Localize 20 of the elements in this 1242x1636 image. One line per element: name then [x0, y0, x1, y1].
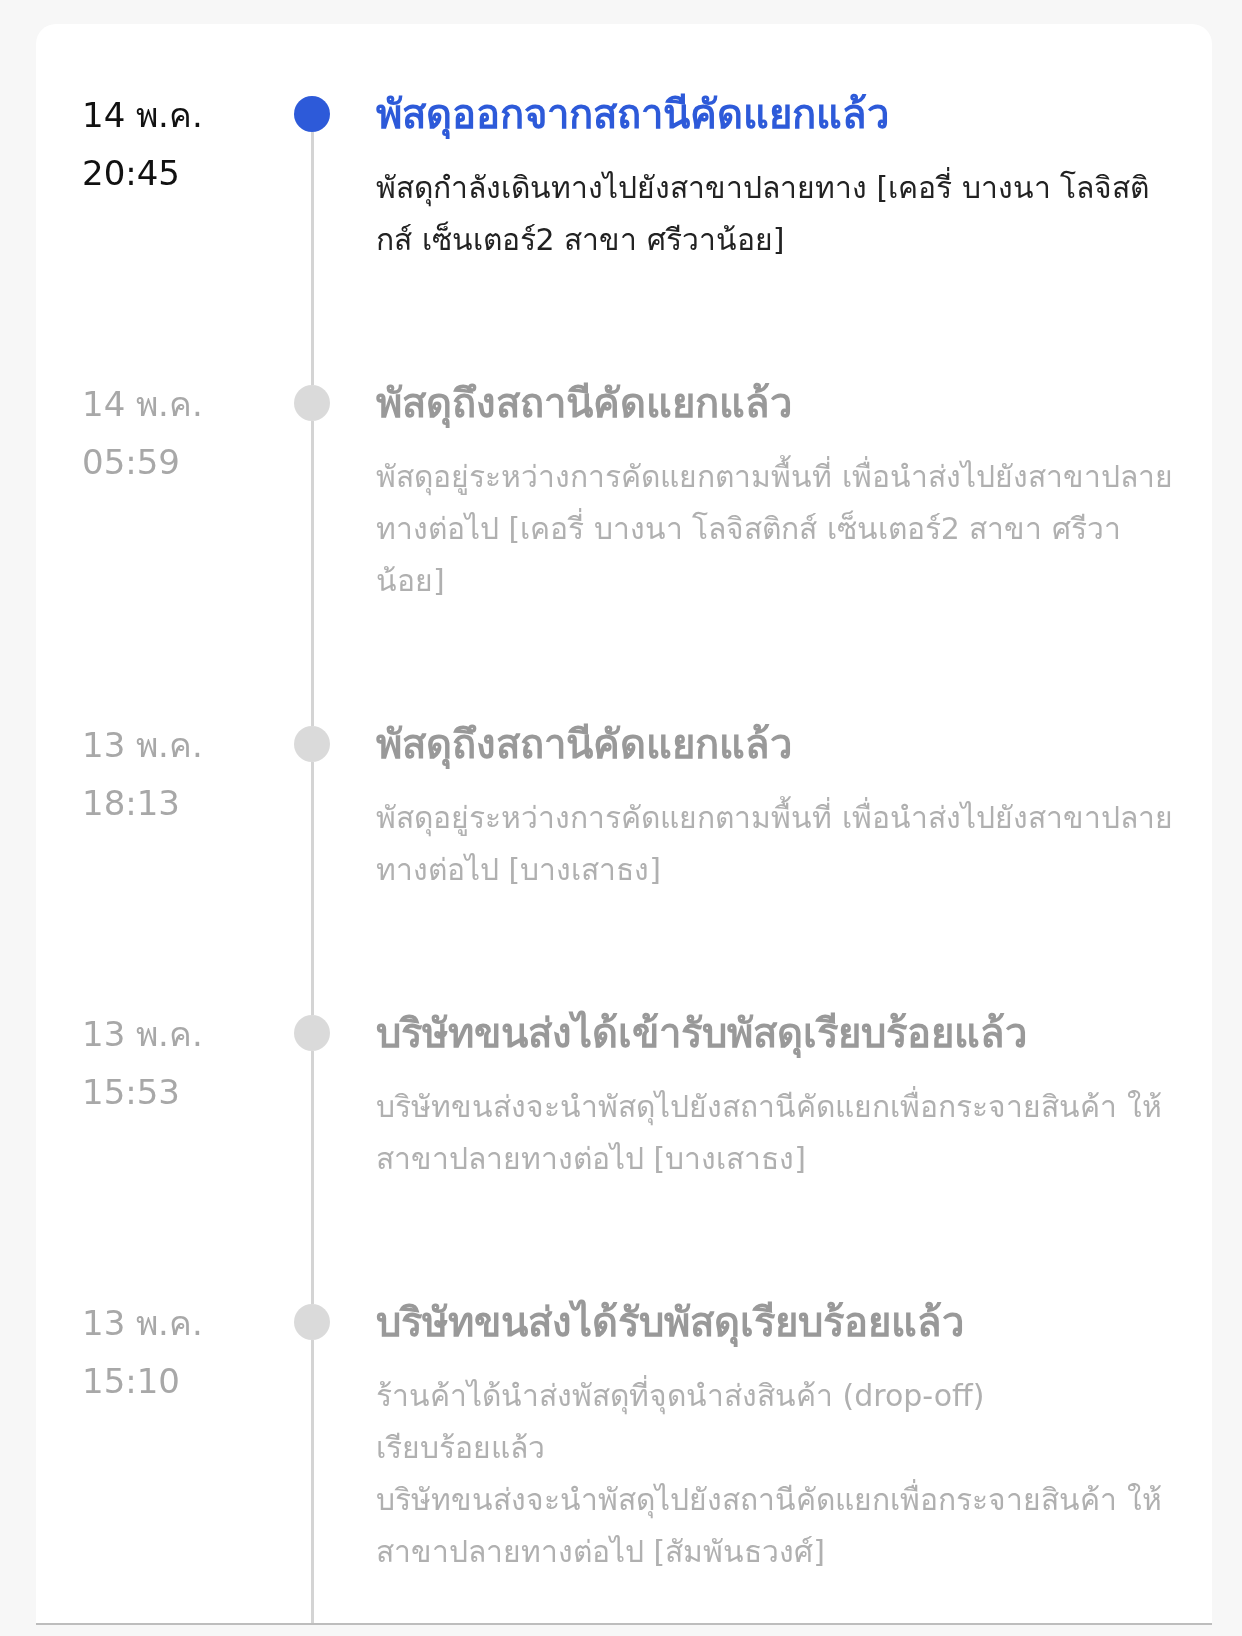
event-time: 20:45 [82, 152, 181, 195]
event-date: 13 พ.ค. [82, 1013, 204, 1056]
event-title: พัสดุถึงสถานีคัดแยกแล้ว [376, 720, 793, 771]
event-title: บริษัทขนส่งได้เข้ารับพัสดุเรียบร้อยแล้ว [376, 1009, 1028, 1060]
event-title: พัสดุถึงสถานีคัดแยกแล้ว [376, 379, 793, 430]
event-time: 05:59 [82, 441, 181, 484]
event-time: 18:13 [82, 782, 181, 825]
event-description: พัสดุกำลังเดินทางไปยังสาขาปลายทาง [เคอรี่ บางนา โลจิสติกส์ เซ็นเตอร์2 สาขา ศรีวาน้อย] [376, 162, 1182, 266]
event-description: พัสดุอยู่ระหว่างการคัดแยกตามพื้นที่ เพื่อนำส่งไปยังสาขาปลายทางต่อไป [เคอรี่ บางนา โลจิสติกส์ เซ็นเตอร์2 สาขา ศรีวาน้อย] [376, 451, 1182, 607]
event-date: 14 พ.ค. [82, 383, 204, 426]
event-description: พัสดุอยู่ระหว่างการคัดแยกตามพื้นที่ เพื่อนำส่งไปยังสาขาปลายทางต่อไป [บางเสาธง] [376, 792, 1182, 896]
event-title: บริษัทขนส่งได้รับพัสดุเรียบร้อยแล้ว [376, 1298, 965, 1349]
event-date: 14 พ.ค. [82, 94, 204, 137]
event-title: พัสดุออกจากสถานีคัดแยกแล้ว [376, 90, 890, 141]
event-time: 15:10 [82, 1360, 181, 1403]
event-time: 15:53 [82, 1071, 181, 1114]
event-description: ร้านค้าได้นำส่งพัสดุที่จุดนำส่งสินค้า (drop-off) เรียบร้อยแล้ว บริษัทขนส่งจะนำพัสดุไปยังสถานีคัดแยกเพื่อกระจายสินค้า ให้สาขาปลายทางต่อไป [สัมพันธวงศ์] [376, 1370, 1182, 1578]
event-date: 13 พ.ค. [82, 724, 204, 767]
event-date: 13 พ.ค. [82, 1302, 204, 1345]
event-description: บริษัทขนส่งจะนำพัสดุไปยังสถานีคัดแยกเพื่อกระจายสินค้า ให้สาขาปลายทางต่อไป [บางเสาธง] [376, 1081, 1182, 1185]
